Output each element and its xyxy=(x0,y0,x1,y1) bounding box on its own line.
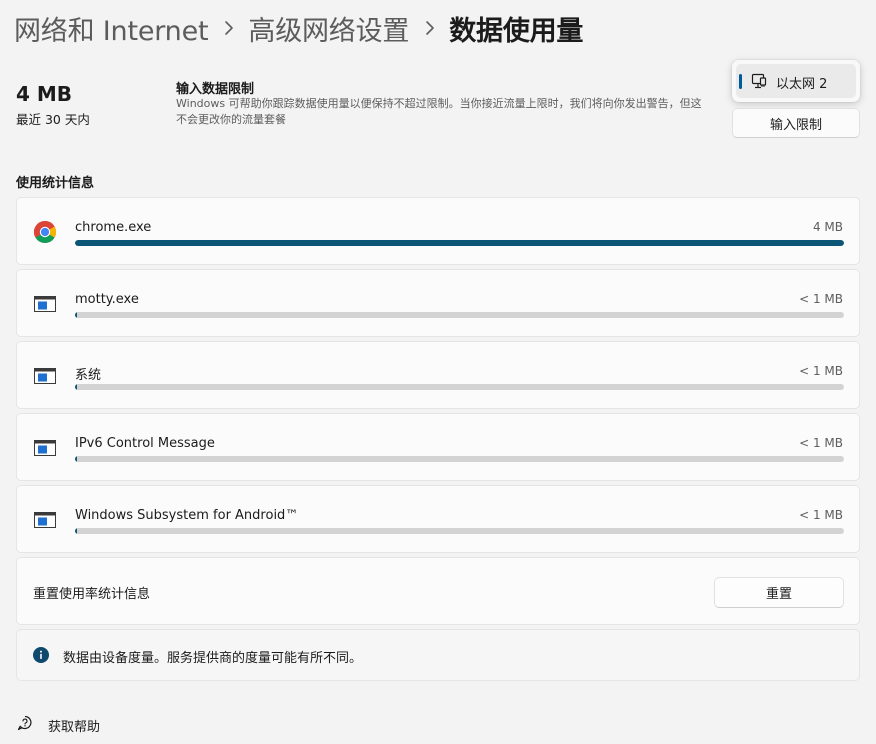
usage-row-ipv6: IPv6 Control Message < 1 MB xyxy=(16,413,860,481)
breadcrumb: 网络和 Internet 高级网络设置 数据使用量 xyxy=(14,8,583,48)
breadcrumb-item-advanced-network[interactable]: 高级网络设置 xyxy=(248,9,409,48)
info-text: 数据由设备度量。服务提供商的度量可能有所不同。 xyxy=(63,651,363,666)
network-selector[interactable]: 以太网 2 xyxy=(732,60,860,102)
app-window-icon xyxy=(33,292,57,316)
total-usage-amount: 4 MB xyxy=(16,82,73,106)
info-bar: 数据由设备度量。服务提供商的度量可能有所不同。 xyxy=(16,629,860,681)
breadcrumb-item-network-internet[interactable]: 网络和 Internet xyxy=(14,9,209,48)
app-name: chrome.exe xyxy=(75,220,152,235)
app-window-icon xyxy=(33,436,57,460)
chrome-icon xyxy=(33,220,57,244)
usage-bar-fill xyxy=(75,528,77,534)
get-help-label: 获取帮助 xyxy=(48,719,101,735)
usage-row-system: 系统 < 1 MB xyxy=(16,341,860,409)
usage-bar xyxy=(75,312,844,318)
data-limit-title: 输入数据限制 xyxy=(176,82,255,97)
usage-bar xyxy=(75,528,844,534)
ethernet-icon xyxy=(750,72,768,94)
app-name: IPv6 Control Message xyxy=(75,436,215,451)
usage-bar-fill xyxy=(75,240,844,246)
reset-stats-label: 重置使用率统计信息 xyxy=(33,587,151,602)
info-icon xyxy=(33,647,49,667)
network-option-label: 以太网 2 xyxy=(776,77,828,92)
app-usage-amount: < 1 MB xyxy=(799,436,843,450)
data-limit-description: Windows 可帮助你跟踪数据使用量以便保持不超过限制。当你接近流量上限时，我… xyxy=(176,97,702,126)
usage-bar-fill xyxy=(75,384,77,390)
app-window-icon xyxy=(33,508,57,532)
app-usage-amount: < 1 MB xyxy=(799,508,843,522)
app-name: Windows Subsystem for Android™ xyxy=(75,508,299,523)
usage-row-chrome: chrome.exe 4 MB xyxy=(16,197,860,265)
usage-bar xyxy=(75,384,844,390)
app-name: motty.exe xyxy=(75,292,139,307)
usage-row-motty: motty.exe < 1 MB xyxy=(16,269,860,337)
enter-limit-button[interactable]: 输入限制 xyxy=(732,108,860,138)
app-usage-amount: < 1 MB xyxy=(799,292,843,306)
page-title: 数据使用量 xyxy=(449,15,584,47)
usage-stats-heading: 使用统计信息 xyxy=(16,176,95,191)
selection-indicator xyxy=(739,74,742,89)
reset-button[interactable]: 重置 xyxy=(714,577,844,608)
network-option-ethernet-2[interactable]: 以太网 2 xyxy=(736,64,856,98)
chevron-right-icon xyxy=(224,20,234,36)
chevron-right-icon xyxy=(425,20,435,36)
usage-bar-fill xyxy=(75,456,77,462)
reset-stats-card: 重置使用率统计信息 重置 xyxy=(16,557,860,625)
usage-period: 最近 30 天内 xyxy=(16,112,90,127)
usage-bar xyxy=(75,456,844,462)
usage-bar xyxy=(75,240,844,246)
app-window-icon xyxy=(33,364,57,388)
get-help-link[interactable]: 获取帮助 xyxy=(16,714,100,736)
app-name: 系统 xyxy=(75,368,102,383)
app-usage-amount: < 1 MB xyxy=(799,364,843,378)
help-chat-icon xyxy=(16,714,34,736)
app-usage-amount: 4 MB xyxy=(812,220,843,234)
usage-bar-fill xyxy=(75,312,77,318)
usage-row-wsa: Windows Subsystem for Android™ < 1 MB xyxy=(16,485,860,553)
